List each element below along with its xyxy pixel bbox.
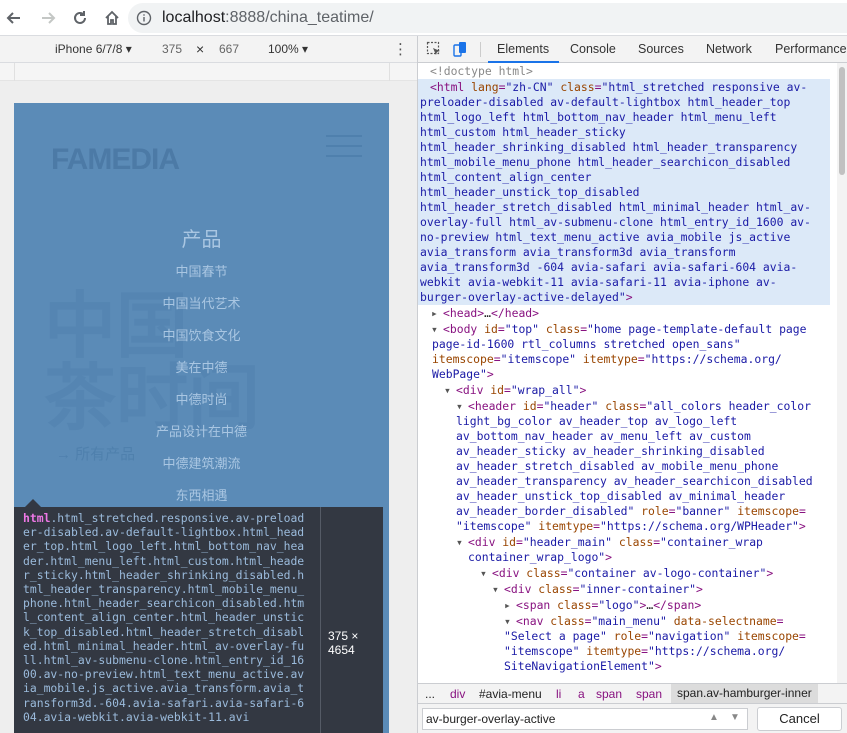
- dom-breadcrumbs: ... div #avia-menu li a span span span.a…: [418, 683, 847, 703]
- html-node[interactable]: <html lang="zh-CN" class="html_stretched…: [430, 80, 807, 95]
- reload-icon[interactable]: [68, 6, 92, 30]
- menu-title: 产品: [181, 229, 222, 251]
- url-path: :8888/china_teatime/: [225, 9, 374, 26]
- head-node[interactable]: ▸ <head>…</head>: [431, 306, 539, 321]
- inspect-element-icon[interactable]: [426, 41, 442, 57]
- more-options-icon[interactable]: ⋮: [393, 40, 408, 58]
- breadcrumb-item[interactable]: span: [636, 687, 662, 701]
- breadcrumb-item[interactable]: span: [596, 687, 622, 701]
- hamburger-menu-icon[interactable]: [326, 135, 362, 157]
- search-bar: av-burger-overlay-active ▲ ▼ Cancel: [418, 703, 847, 733]
- menu-item[interactable]: 产品设计在中德: [14, 421, 389, 440]
- inner-container-node[interactable]: ▾ <div class="inner-container">: [492, 582, 703, 597]
- home-icon[interactable]: [100, 6, 124, 30]
- forward-icon[interactable]: [36, 6, 60, 30]
- tab-sources[interactable]: Sources: [638, 42, 684, 56]
- logo-span-node[interactable]: ▸ <span class="logo">…</span>: [504, 598, 701, 613]
- menu-item[interactable]: 中国当代艺术: [14, 293, 389, 312]
- header-node[interactable]: ▾ <header id="header" class="all_colors h…: [456, 399, 811, 414]
- wrap-all-node[interactable]: ▾ <div id="wrap_all">: [444, 383, 586, 398]
- tooltip-selector: html.html_stretched.responsive.av-preloa…: [23, 511, 309, 724]
- zoom-select[interactable]: 100% ▾: [268, 42, 308, 56]
- cancel-button[interactable]: Cancel: [757, 707, 842, 731]
- breadcrumb-selected[interactable]: span.av-hamburger-inner: [671, 684, 818, 703]
- breadcrumb-more[interactable]: ...: [425, 687, 435, 701]
- body-node[interactable]: ▾ <body id="top" class="home page-templat…: [431, 322, 807, 337]
- device-select[interactable]: iPhone 6/7/8 ▾: [55, 42, 132, 56]
- tooltip-tag: html: [23, 511, 51, 525]
- site-logo[interactable]: FAMEDIA: [51, 143, 180, 177]
- tab-elements[interactable]: Elements: [497, 42, 549, 56]
- menu-item[interactable]: 东西相遇: [14, 485, 389, 504]
- tooltip-classes: .html_stretched.responsive.av-preloader-…: [23, 511, 305, 724]
- tab-network[interactable]: Network: [706, 42, 752, 56]
- viewport-width-input[interactable]: 375: [162, 42, 182, 56]
- tabbar-separator: [480, 42, 481, 57]
- element-inspect-tooltip: html.html_stretched.responsive.av-preloa…: [14, 499, 383, 733]
- search-next-icon[interactable]: ▼: [730, 712, 740, 723]
- header-main-node[interactable]: ▾ <div id="header_main" class="container_…: [456, 535, 763, 550]
- search-prev-icon[interactable]: ▲: [709, 712, 719, 723]
- device-toolbar: iPhone 6/7/8 ▾ 375 × 667 100% ▾ ⋮: [0, 36, 417, 63]
- logo-container-node[interactable]: ▾ <div class="container av-logo-container…: [480, 566, 773, 581]
- menu-item[interactable]: 中国饮食文化: [14, 325, 389, 344]
- breadcrumb-item[interactable]: div: [450, 687, 465, 701]
- back-icon[interactable]: [2, 6, 26, 30]
- nav-node[interactable]: ▾ <nav class="main_menu" data-selectname=: [504, 614, 783, 629]
- url-host: localhost: [162, 9, 226, 26]
- info-icon[interactable]: [136, 10, 152, 26]
- viewport-height-input[interactable]: 667: [219, 42, 239, 56]
- browser-toolbar: localhost:8888/china_teatime/: [0, 0, 847, 36]
- address-bar[interactable]: localhost:8888/china_teatime/: [128, 3, 847, 33]
- tooltip-size: 375 × 4654: [328, 629, 359, 658]
- url-text: localhost:8888/china_teatime/: [162, 9, 374, 27]
- scrollbar-thumb[interactable]: [839, 67, 845, 175]
- elements-scrollbar[interactable]: [837, 63, 847, 683]
- elements-tree[interactable]: <!doctype html> <html lang="zh-CN" class…: [418, 63, 837, 683]
- devtools-tabbar: Elements Console Sources Network Perform…: [418, 36, 847, 63]
- tooltip-divider: [320, 507, 321, 733]
- media-query-ruler: [0, 63, 417, 81]
- search-input[interactable]: av-burger-overlay-active: [422, 708, 748, 730]
- breadcrumb-item[interactable]: a: [578, 687, 585, 701]
- tab-console[interactable]: Console: [570, 42, 616, 56]
- breadcrumb-item[interactable]: li: [556, 687, 561, 701]
- menu-item[interactable]: 中德建筑潮流: [14, 453, 389, 472]
- breadcrumb-item[interactable]: #avia-menu: [479, 687, 542, 701]
- menu-item[interactable]: 中国春节: [14, 261, 389, 280]
- device-toggle-icon[interactable]: [452, 41, 468, 57]
- doctype-node[interactable]: <!doctype html>: [430, 64, 533, 79]
- menu-item[interactable]: 中德时尚: [14, 389, 389, 408]
- dimension-separator: ×: [196, 41, 205, 57]
- menu-item[interactable]: 美在中德: [14, 357, 389, 376]
- tab-performance[interactable]: Performance: [775, 42, 847, 56]
